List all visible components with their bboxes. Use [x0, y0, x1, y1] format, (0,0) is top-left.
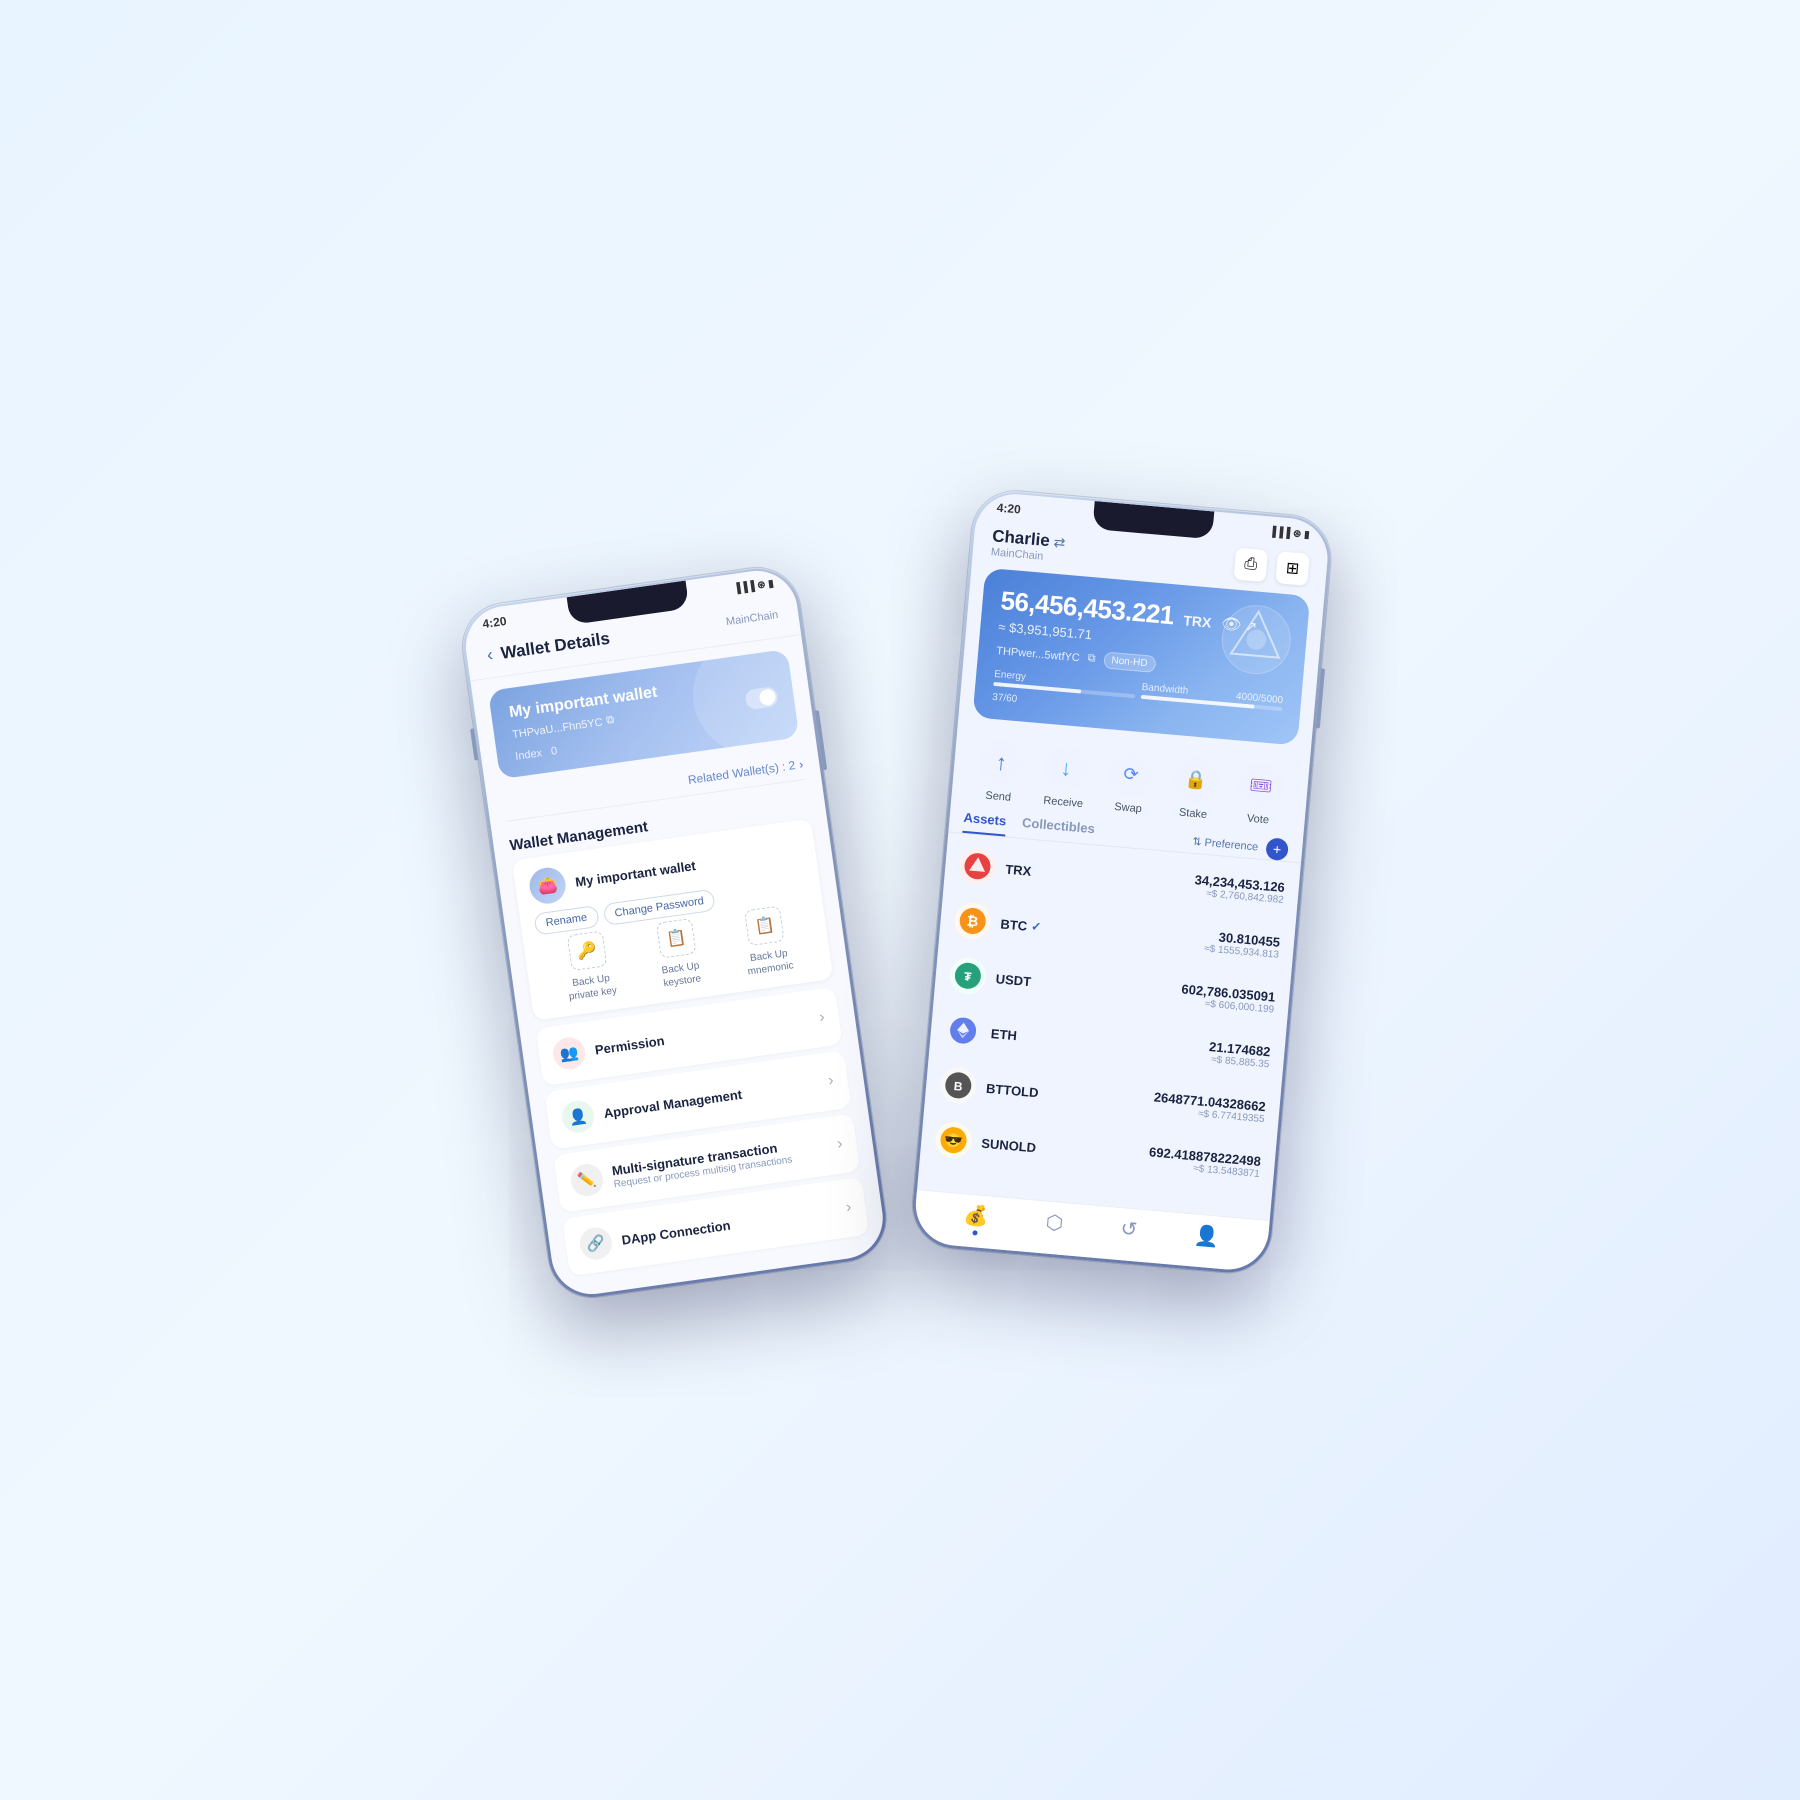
wallet-details-title: Wallet Details: [499, 628, 611, 663]
trx-name: TRX: [1005, 861, 1032, 878]
svg-text:B: B: [953, 1079, 963, 1094]
tab-assets[interactable]: Assets: [962, 810, 1006, 837]
dapp-label: DApp Connection: [621, 1202, 838, 1247]
backup-keystore[interactable]: 📋 Back Upkeystore: [655, 918, 702, 991]
permission-label: Permission: [594, 1012, 811, 1057]
eth-icon: [944, 1011, 983, 1050]
nav-history[interactable]: ↺: [1119, 1216, 1138, 1249]
usdt-name: USDT: [995, 971, 1032, 989]
multisig-chevron: ›: [836, 1135, 844, 1154]
nav-assets-icon: 💰: [963, 1202, 990, 1229]
tron-visual: [1217, 601, 1295, 679]
stake-button[interactable]: 🔒 Stake: [1170, 755, 1221, 822]
non-hd-badge: Non-HD: [1103, 651, 1156, 672]
wallet-swap-icon[interactable]: ⇄: [1053, 533, 1066, 551]
btc-name: BTC ✓: [1000, 916, 1042, 934]
backup-mnemonic-icon: 📋: [744, 906, 785, 947]
vote-label: Vote: [1246, 813, 1269, 827]
phone-1: 4:20 MainChain ▐▐▐ ⊛ ▮ ‹ Wallet Details …: [457, 562, 891, 1303]
back-button[interactable]: ‹: [486, 644, 495, 666]
wallet-address: THPwer...5wtfYC: [996, 645, 1080, 664]
backup-mnemonic-label: Back Upmnemonic: [745, 946, 794, 978]
receive-label: Receive: [1043, 795, 1084, 810]
bttold-icon: B: [939, 1066, 978, 1105]
nav-active-dot: [972, 1230, 977, 1235]
status-time-2: 4:20: [996, 501, 1021, 517]
wallet-toggle[interactable]: [744, 685, 778, 709]
svg-text:₿: ₿: [966, 913, 979, 930]
backup-keystore-icon: 📋: [656, 918, 697, 959]
multisig-icon: ✏️: [569, 1162, 605, 1198]
approval-label: Approval Management: [603, 1075, 820, 1120]
copy-icon[interactable]: ⧉: [606, 714, 616, 728]
send-label: Send: [985, 790, 1012, 804]
backup-private-key-label: Back Upprivate key: [566, 971, 618, 1003]
backup-keystore-label: Back Upkeystore: [661, 959, 702, 990]
chain-label-1: MainChain: [725, 609, 779, 628]
trx-icon: [958, 847, 997, 886]
svg-text:😎: 😎: [943, 1131, 963, 1151]
asset-list: TRX 34,234,453.126 ≈$ 2,760,842.982 ₿ BT…: [919, 837, 1300, 1197]
stake-label: Stake: [1178, 807, 1207, 821]
dapp-chevron: ›: [845, 1199, 853, 1218]
status-icons-2: ▐▐▐ ⊛ ▮: [1269, 526, 1311, 541]
balance-card: 56,456,453.221 TRX 👁 ↗ ≈ $3,951,951.71 T…: [972, 568, 1310, 746]
nav-layers[interactable]: ⬡: [1044, 1210, 1064, 1243]
approval-icon: 👤: [560, 1099, 596, 1135]
bttold-name: BTTOLD: [986, 1080, 1040, 1100]
permission-chevron: ›: [818, 1008, 826, 1027]
preference-button[interactable]: ⇅ Preference: [1192, 835, 1259, 854]
rename-button[interactable]: Rename: [533, 905, 599, 936]
permission-icon: 👥: [551, 1035, 587, 1071]
eth-name: ETH: [990, 1026, 1017, 1043]
nav-profile[interactable]: 👤: [1193, 1223, 1221, 1257]
sunold-name: SUNOLD: [981, 1135, 1037, 1155]
usdt-icon: ₮: [948, 956, 987, 995]
phone-2: 4:20 ▐▐▐ ⊛ ▮ Charlie ⇄ MainChain ⎙: [909, 488, 1334, 1276]
swap-button[interactable]: ⟳ Swap: [1105, 749, 1156, 816]
address-copy-icon[interactable]: ⧉: [1087, 652, 1096, 666]
main-header-icons: ⎙ ⊞: [1233, 548, 1310, 586]
nav-layers-icon: ⬡: [1045, 1210, 1065, 1236]
balance-currency: TRX: [1183, 612, 1212, 630]
preference-label: Preference: [1204, 836, 1259, 853]
nav-history-icon: ↺: [1119, 1216, 1138, 1242]
status-icons-1: ▐▐▐ ⊛ ▮: [733, 578, 775, 595]
approval-chevron: ›: [827, 1072, 835, 1091]
dapp-icon: 🔗: [578, 1225, 614, 1261]
swap-label: Swap: [1114, 801, 1142, 815]
send-button[interactable]: ↑ Send: [975, 738, 1026, 805]
backup-private-key-icon: 🔑: [567, 931, 608, 972]
vote-button[interactable]: 🎟 Vote: [1235, 761, 1286, 828]
receive-button[interactable]: ↓ Receive: [1040, 744, 1091, 811]
mgmt-wallet-icon: 👛: [527, 865, 568, 906]
scan-icon[interactable]: ⎙: [1233, 548, 1268, 583]
tab-collectibles[interactable]: Collectibles: [1021, 815, 1096, 844]
backup-private-key[interactable]: 🔑 Back Upprivate key: [560, 930, 617, 1004]
bottom-nav: 💰 ⬡ ↺ 👤: [912, 1189, 1269, 1273]
sunold-icon: 😎: [934, 1121, 973, 1160]
backup-mnemonic[interactable]: 📋 Back Upmnemonic: [739, 905, 794, 979]
nav-assets[interactable]: 💰: [962, 1202, 990, 1236]
add-asset-button[interactable]: +: [1265, 837, 1289, 861]
btc-icon: ₿: [953, 901, 992, 940]
qr-icon[interactable]: ⊞: [1275, 551, 1310, 586]
nav-profile-icon: 👤: [1193, 1223, 1220, 1250]
status-time-1: 4:20: [482, 614, 508, 631]
